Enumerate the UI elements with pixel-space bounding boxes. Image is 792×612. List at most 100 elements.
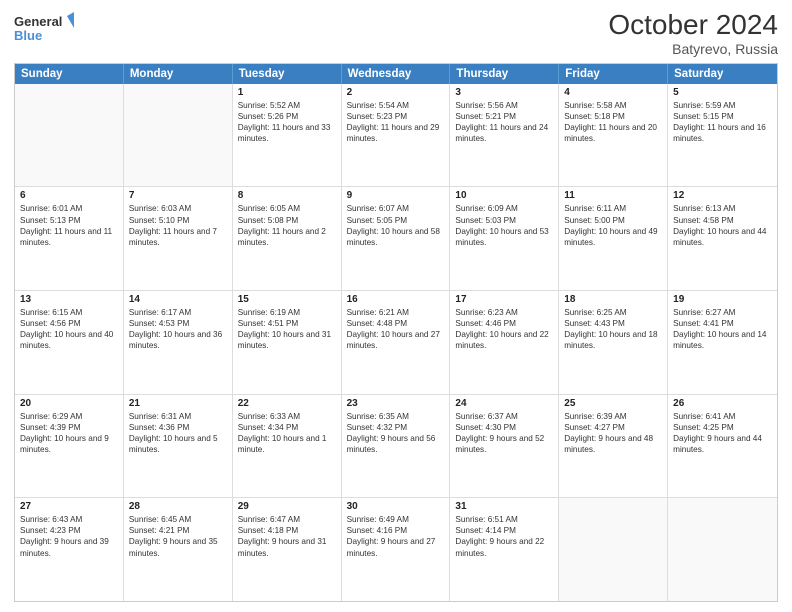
- daylight-text: Daylight: 9 hours and 22 minutes.: [455, 536, 553, 558]
- day-number: 14: [129, 294, 227, 305]
- daylight-text: Daylight: 11 hours and 29 minutes.: [347, 122, 445, 144]
- calendar-cell: 24 Sunrise: 6:37 AM Sunset: 4:30 PM Dayl…: [450, 395, 559, 498]
- calendar-week-row: 27 Sunrise: 6:43 AM Sunset: 4:23 PM Dayl…: [15, 498, 777, 601]
- calendar-cell: [124, 84, 233, 187]
- sunset-text: Sunset: 4:48 PM: [347, 318, 445, 329]
- day-number: 7: [129, 190, 227, 201]
- daylight-text: Daylight: 10 hours and 27 minutes.: [347, 329, 445, 351]
- sunset-text: Sunset: 4:14 PM: [455, 525, 553, 536]
- sunset-text: Sunset: 4:18 PM: [238, 525, 336, 536]
- sub-title: Batyrevo, Russia: [608, 41, 778, 57]
- sunset-text: Sunset: 4:43 PM: [564, 318, 662, 329]
- logo: General Blue: [14, 10, 74, 46]
- calendar-cell: 21 Sunrise: 6:31 AM Sunset: 4:36 PM Dayl…: [124, 395, 233, 498]
- calendar-cell: 2 Sunrise: 5:54 AM Sunset: 5:23 PM Dayli…: [342, 84, 451, 187]
- day-number: 13: [20, 294, 118, 305]
- day-number: 16: [347, 294, 445, 305]
- sunrise-text: Sunrise: 5:52 AM: [238, 100, 336, 111]
- calendar-cell: 1 Sunrise: 5:52 AM Sunset: 5:26 PM Dayli…: [233, 84, 342, 187]
- daylight-text: Daylight: 11 hours and 11 minutes.: [20, 226, 118, 248]
- sunrise-text: Sunrise: 6:27 AM: [673, 307, 772, 318]
- sunset-text: Sunset: 4:16 PM: [347, 525, 445, 536]
- sunset-text: Sunset: 4:32 PM: [347, 422, 445, 433]
- sunset-text: Sunset: 4:39 PM: [20, 422, 118, 433]
- sunrise-text: Sunrise: 5:58 AM: [564, 100, 662, 111]
- sunset-text: Sunset: 4:27 PM: [564, 422, 662, 433]
- daylight-text: Daylight: 11 hours and 20 minutes.: [564, 122, 662, 144]
- day-number: 12: [673, 190, 772, 201]
- daylight-text: Daylight: 10 hours and 22 minutes.: [455, 329, 553, 351]
- calendar-cell: 16 Sunrise: 6:21 AM Sunset: 4:48 PM Dayl…: [342, 291, 451, 394]
- weekday-header: Tuesday: [233, 64, 342, 84]
- sunrise-text: Sunrise: 6:33 AM: [238, 411, 336, 422]
- calendar-cell: 20 Sunrise: 6:29 AM Sunset: 4:39 PM Dayl…: [15, 395, 124, 498]
- calendar-cell: 9 Sunrise: 6:07 AM Sunset: 5:05 PM Dayli…: [342, 187, 451, 290]
- calendar-cell: 11 Sunrise: 6:11 AM Sunset: 5:00 PM Dayl…: [559, 187, 668, 290]
- sunset-text: Sunset: 4:21 PM: [129, 525, 227, 536]
- day-number: 6: [20, 190, 118, 201]
- sunrise-text: Sunrise: 5:59 AM: [673, 100, 772, 111]
- calendar-body: 1 Sunrise: 5:52 AM Sunset: 5:26 PM Dayli…: [15, 84, 777, 601]
- sunrise-text: Sunrise: 6:19 AM: [238, 307, 336, 318]
- sunset-text: Sunset: 5:08 PM: [238, 215, 336, 226]
- day-number: 10: [455, 190, 553, 201]
- daylight-text: Daylight: 10 hours and 5 minutes.: [129, 433, 227, 455]
- calendar-cell: 19 Sunrise: 6:27 AM Sunset: 4:41 PM Dayl…: [668, 291, 777, 394]
- day-number: 2: [347, 87, 445, 98]
- sunset-text: Sunset: 4:34 PM: [238, 422, 336, 433]
- sunset-text: Sunset: 5:23 PM: [347, 111, 445, 122]
- sunrise-text: Sunrise: 6:29 AM: [20, 411, 118, 422]
- calendar-cell: 29 Sunrise: 6:47 AM Sunset: 4:18 PM Dayl…: [233, 498, 342, 601]
- calendar-cell: 8 Sunrise: 6:05 AM Sunset: 5:08 PM Dayli…: [233, 187, 342, 290]
- calendar-cell: 25 Sunrise: 6:39 AM Sunset: 4:27 PM Dayl…: [559, 395, 668, 498]
- svg-text:Blue: Blue: [14, 28, 42, 43]
- sunrise-text: Sunrise: 6:39 AM: [564, 411, 662, 422]
- day-number: 9: [347, 190, 445, 201]
- day-number: 27: [20, 501, 118, 512]
- sunrise-text: Sunrise: 6:25 AM: [564, 307, 662, 318]
- day-number: 24: [455, 398, 553, 409]
- sunrise-text: Sunrise: 6:05 AM: [238, 203, 336, 214]
- sunrise-text: Sunrise: 6:11 AM: [564, 203, 662, 214]
- sunrise-text: Sunrise: 6:23 AM: [455, 307, 553, 318]
- calendar-header: SundayMondayTuesdayWednesdayThursdayFrid…: [15, 64, 777, 84]
- daylight-text: Daylight: 9 hours and 31 minutes.: [238, 536, 336, 558]
- sunset-text: Sunset: 4:23 PM: [20, 525, 118, 536]
- calendar-cell: [668, 498, 777, 601]
- daylight-text: Daylight: 10 hours and 49 minutes.: [564, 226, 662, 248]
- sunset-text: Sunset: 5:26 PM: [238, 111, 336, 122]
- calendar-cell: 27 Sunrise: 6:43 AM Sunset: 4:23 PM Dayl…: [15, 498, 124, 601]
- sunrise-text: Sunrise: 6:09 AM: [455, 203, 553, 214]
- sunset-text: Sunset: 5:00 PM: [564, 215, 662, 226]
- day-number: 8: [238, 190, 336, 201]
- day-number: 29: [238, 501, 336, 512]
- sunrise-text: Sunrise: 6:41 AM: [673, 411, 772, 422]
- title-block: October 2024 Batyrevo, Russia: [608, 10, 778, 57]
- sunset-text: Sunset: 4:58 PM: [673, 215, 772, 226]
- sunset-text: Sunset: 4:46 PM: [455, 318, 553, 329]
- sunrise-text: Sunrise: 6:03 AM: [129, 203, 227, 214]
- calendar-cell: 30 Sunrise: 6:49 AM Sunset: 4:16 PM Dayl…: [342, 498, 451, 601]
- sunrise-text: Sunrise: 6:31 AM: [129, 411, 227, 422]
- sunset-text: Sunset: 5:15 PM: [673, 111, 772, 122]
- daylight-text: Daylight: 11 hours and 24 minutes.: [455, 122, 553, 144]
- sunrise-text: Sunrise: 6:43 AM: [20, 514, 118, 525]
- calendar-cell: 26 Sunrise: 6:41 AM Sunset: 4:25 PM Dayl…: [668, 395, 777, 498]
- daylight-text: Daylight: 11 hours and 16 minutes.: [673, 122, 772, 144]
- daylight-text: Daylight: 10 hours and 58 minutes.: [347, 226, 445, 248]
- weekday-header: Sunday: [15, 64, 124, 84]
- calendar-cell: 17 Sunrise: 6:23 AM Sunset: 4:46 PM Dayl…: [450, 291, 559, 394]
- daylight-text: Daylight: 9 hours and 35 minutes.: [129, 536, 227, 558]
- sunrise-text: Sunrise: 6:51 AM: [455, 514, 553, 525]
- daylight-text: Daylight: 9 hours and 39 minutes.: [20, 536, 118, 558]
- daylight-text: Daylight: 10 hours and 31 minutes.: [238, 329, 336, 351]
- day-number: 31: [455, 501, 553, 512]
- daylight-text: Daylight: 9 hours and 56 minutes.: [347, 433, 445, 455]
- sunrise-text: Sunrise: 6:07 AM: [347, 203, 445, 214]
- calendar-cell: 3 Sunrise: 5:56 AM Sunset: 5:21 PM Dayli…: [450, 84, 559, 187]
- day-number: 17: [455, 294, 553, 305]
- sunset-text: Sunset: 5:03 PM: [455, 215, 553, 226]
- sunset-text: Sunset: 4:51 PM: [238, 318, 336, 329]
- calendar-cell: 10 Sunrise: 6:09 AM Sunset: 5:03 PM Dayl…: [450, 187, 559, 290]
- daylight-text: Daylight: 9 hours and 27 minutes.: [347, 536, 445, 558]
